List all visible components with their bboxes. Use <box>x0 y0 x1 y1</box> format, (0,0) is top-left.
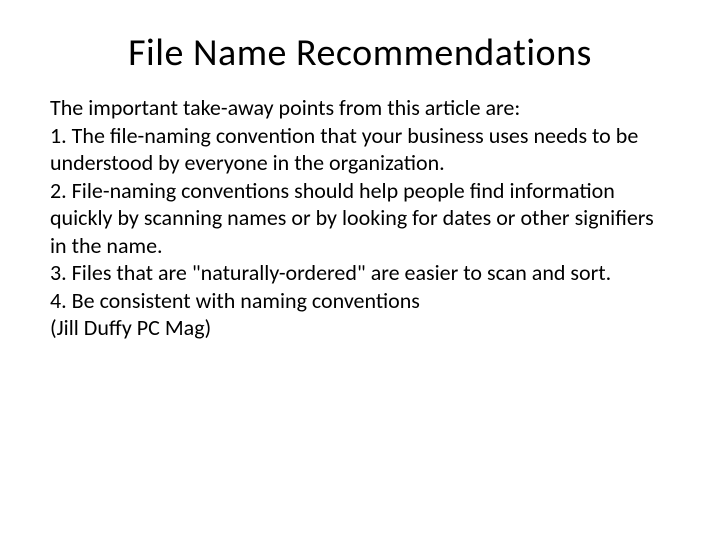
point-4: 4. Be consistent with naming conventions <box>50 287 670 315</box>
attribution: (Jill Duffy PC Mag) <box>50 314 670 342</box>
slide-title: File Name Recommendations <box>50 30 670 76</box>
intro-text: The important take-away points from this… <box>50 94 670 122</box>
point-2: 2. File-naming conventions should help p… <box>50 177 670 260</box>
point-3: 3. Files that are "naturally-ordered" ar… <box>50 259 670 287</box>
point-1: 1. The file-naming convention that your … <box>50 122 670 177</box>
slide-body: The important take-away points from this… <box>50 94 670 342</box>
